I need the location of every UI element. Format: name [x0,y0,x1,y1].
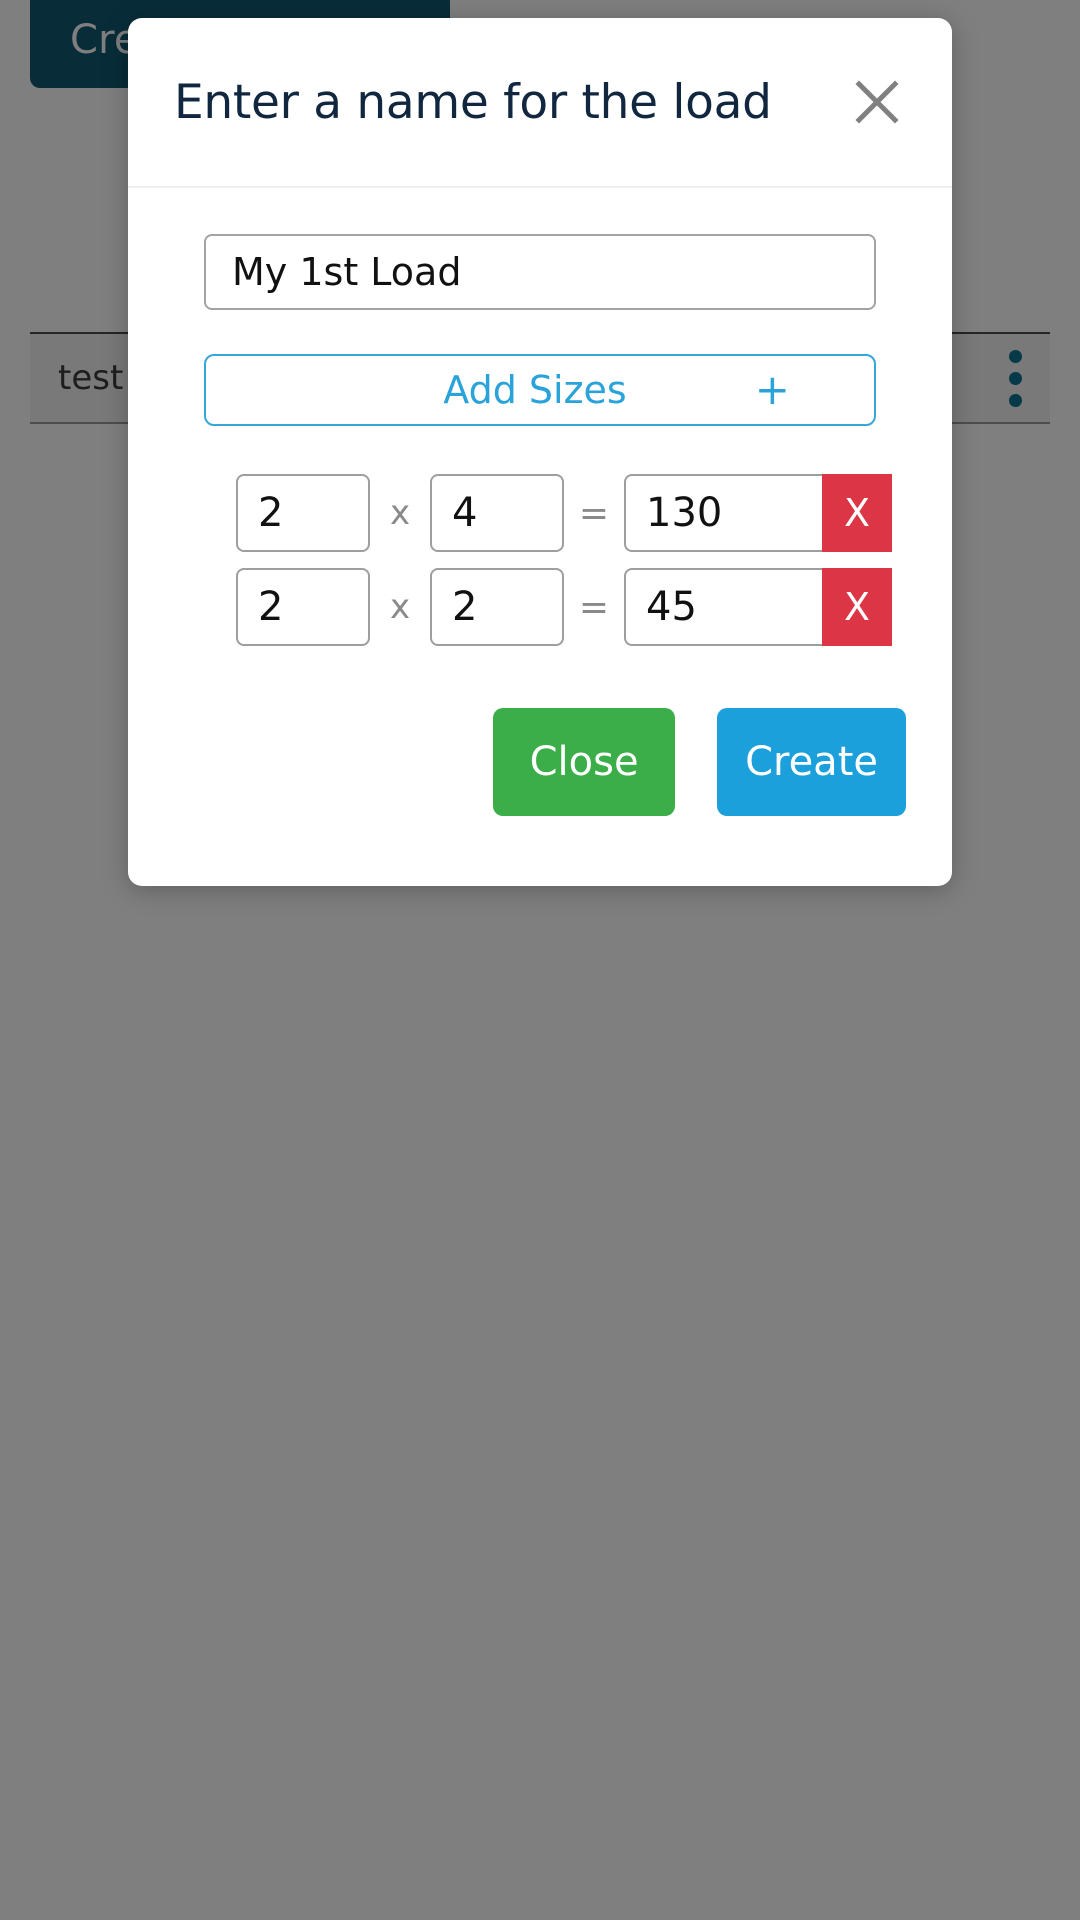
create-load-modal: Enter a name for the load Add Sizes + x … [128,18,952,886]
size-height-input[interactable] [430,568,564,646]
modal-footer: Close Create [128,646,952,886]
modal-title: Enter a name for the load [174,74,772,130]
equals-symbol: = [578,492,610,534]
remove-size-button[interactable]: X [822,474,892,552]
equals-symbol: = [578,586,610,628]
size-height-input[interactable] [430,474,564,552]
size-rows-list: x = X x = X [174,474,906,646]
add-sizes-label: Add Sizes [443,368,627,412]
times-symbol: x [389,587,411,627]
size-width-input[interactable] [236,568,370,646]
add-sizes-button[interactable]: Add Sizes + [204,354,876,426]
close-icon [849,74,905,130]
size-row: x = X [236,568,906,646]
plus-icon: + [754,365,790,414]
modal-body: Add Sizes + x = X x = X [128,188,952,646]
load-name-input[interactable] [204,234,876,310]
size-row: x = X [236,474,906,552]
close-modal-button[interactable]: Close [493,708,676,816]
close-button[interactable] [840,65,914,139]
times-symbol: x [389,493,411,533]
size-quantity-input[interactable] [624,474,822,552]
create-submit-button[interactable]: Create [717,708,906,816]
modal-header: Enter a name for the load [128,18,952,188]
size-quantity-input[interactable] [624,568,822,646]
size-width-input[interactable] [236,474,370,552]
remove-size-button[interactable]: X [822,568,892,646]
